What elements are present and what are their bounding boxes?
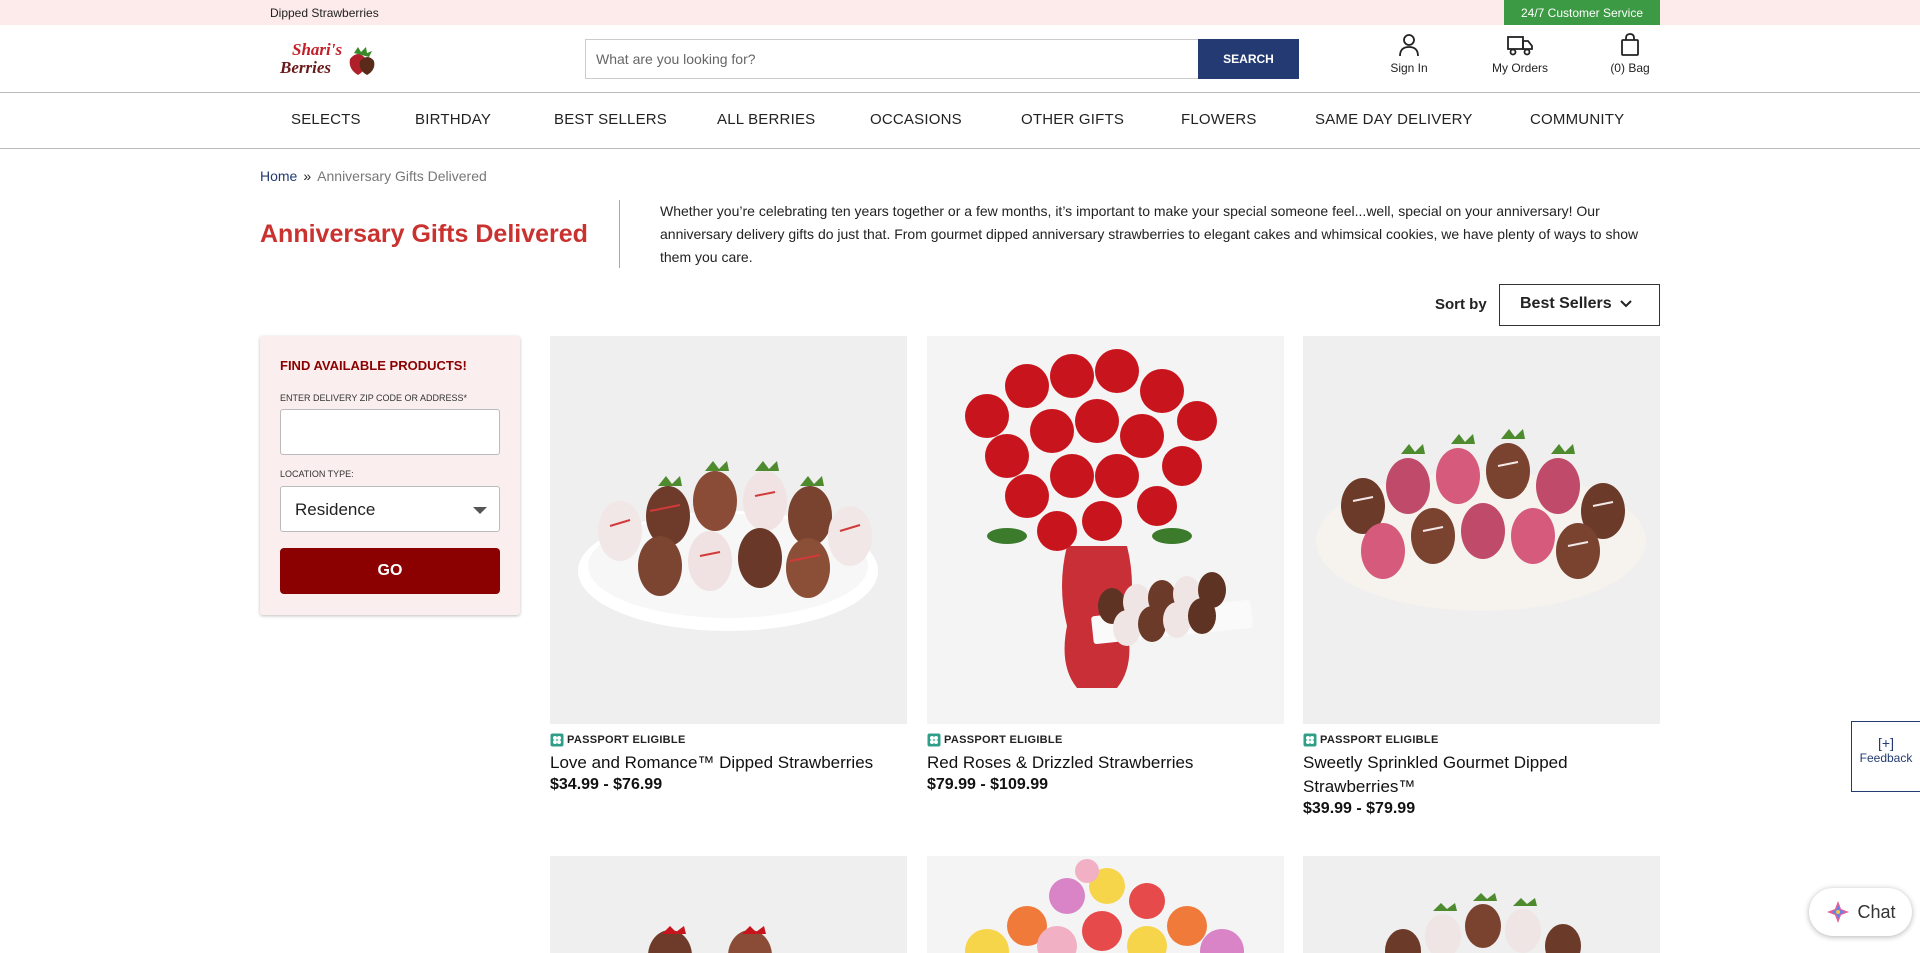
- my-orders-label: My Orders: [1491, 61, 1548, 75]
- product-image[interactable]: [550, 336, 907, 724]
- breadcrumb: Home » Anniversary Gifts Delivered: [260, 168, 487, 184]
- truck-icon: [1507, 36, 1533, 56]
- zip-label: ENTER DELIVERY ZIP CODE OR ADDRESS*: [280, 393, 468, 403]
- passport-badge: PASSPORT ELIGIBLE: [927, 733, 1063, 747]
- nav-item-birthday[interactable]: BIRTHDAY: [415, 111, 491, 128]
- my-orders-button[interactable]: My Orders: [1475, 33, 1565, 75]
- page-title: Anniversary Gifts Delivered: [260, 220, 588, 248]
- product-price: $79.99 - $109.99: [927, 776, 1048, 793]
- passport-badge: PASSPORT ELIGIBLE: [550, 733, 686, 747]
- search-bar: SEARCH: [585, 39, 1299, 79]
- top-promo-bar: Dipped Strawberries 24/7 Customer Servic…: [0, 0, 1920, 25]
- title-divider: [619, 200, 620, 268]
- customer-service-button[interactable]: 24/7 Customer Service: [1504, 0, 1660, 25]
- svg-text:Shari's: Shari's: [292, 40, 342, 59]
- product-name[interactable]: Love and Romance™ Dipped Strawberries: [550, 751, 907, 775]
- site-header: Shari's Berries SEARCH Sign In My Orders…: [0, 25, 1920, 93]
- nav-item-community[interactable]: COMMUNITY: [1530, 111, 1624, 128]
- product-image[interactable]: [927, 856, 1284, 953]
- chat-button[interactable]: Chat: [1809, 888, 1912, 936]
- product-image[interactable]: [550, 856, 907, 953]
- chat-sparkle-icon: [1827, 901, 1850, 923]
- nav-item-selects[interactable]: SELECTS: [291, 111, 361, 128]
- search-button[interactable]: SEARCH: [1198, 39, 1299, 79]
- passport-label: PASSPORT ELIGIBLE: [1320, 734, 1439, 746]
- nav-item-best-sellers[interactable]: BEST SELLERS: [554, 111, 667, 128]
- feedback-label: Feedback: [1859, 751, 1913, 765]
- user-icon: [1399, 34, 1419, 57]
- product-image[interactable]: [1303, 856, 1660, 953]
- passport-icon: [1303, 733, 1317, 747]
- search-input[interactable]: [585, 39, 1199, 79]
- sharis-berries-logo[interactable]: Shari's Berries: [278, 37, 382, 79]
- nav-item-flowers[interactable]: FLOWERS: [1181, 111, 1257, 128]
- passport-icon: [550, 733, 564, 747]
- passport-label: PASSPORT ELIGIBLE: [944, 734, 1063, 746]
- location-type-value: Residence: [295, 500, 376, 519]
- sort-dropdown[interactable]: Best Sellers: [1499, 284, 1660, 326]
- product-finder-panel: FIND AVAILABLE PRODUCTS! ENTER DELIVERY …: [260, 336, 520, 615]
- breadcrumb-current: Anniversary Gifts Delivered: [317, 168, 487, 184]
- main-nav: SELECTS BIRTHDAY BEST SELLERS ALL BERRIE…: [0, 93, 1920, 149]
- feedback-icon: [+]: [1878, 735, 1894, 751]
- product-image[interactable]: [1303, 336, 1660, 724]
- nav-item-occasions[interactable]: OCCASIONS: [870, 111, 962, 128]
- passport-badge: PASSPORT ELIGIBLE: [1303, 733, 1439, 747]
- nav-item-same-day-delivery[interactable]: SAME DAY DELIVERY: [1315, 111, 1473, 128]
- product-image[interactable]: [927, 336, 1284, 724]
- nav-item-all-berries[interactable]: ALL BERRIES: [717, 111, 815, 128]
- zip-input[interactable]: [280, 409, 500, 455]
- go-button[interactable]: GO: [280, 548, 500, 594]
- feedback-tab[interactable]: [+] Feedback: [1851, 721, 1920, 792]
- bag-label: (0) Bag: [1610, 61, 1650, 75]
- product-name[interactable]: Red Roses & Drizzled Strawberries: [927, 751, 1284, 775]
- sort-value: Best Sellers: [1520, 295, 1612, 312]
- product-price: $39.99 - $79.99: [1303, 800, 1416, 817]
- passport-label: PASSPORT ELIGIBLE: [567, 734, 686, 746]
- bag-button[interactable]: (0) Bag: [1585, 33, 1675, 75]
- promo-link[interactable]: Dipped Strawberries: [270, 6, 379, 20]
- dropdown-arrow-icon: [473, 507, 487, 514]
- breadcrumb-separator: »: [303, 168, 312, 184]
- location-type-label: LOCATION TYPE:: [280, 469, 354, 479]
- nav-item-other-gifts[interactable]: OTHER GIFTS: [1021, 111, 1124, 128]
- product-name[interactable]: Sweetly Sprinkled Gourmet Dipped Strawbe…: [1303, 751, 1660, 799]
- passport-icon: [927, 733, 941, 747]
- bag-icon: [1621, 33, 1639, 56]
- sign-in-button[interactable]: Sign In: [1364, 33, 1454, 75]
- sort-label: Sort by: [1435, 296, 1487, 313]
- location-type-select[interactable]: Residence: [280, 486, 500, 532]
- page-description: Whether you’re celebrating ten years tog…: [660, 203, 1639, 265]
- product-price: $34.99 - $76.99: [550, 776, 663, 793]
- sign-in-label: Sign In: [1390, 61, 1428, 75]
- breadcrumb-home[interactable]: Home: [260, 168, 297, 184]
- finder-title: FIND AVAILABLE PRODUCTS!: [280, 358, 467, 373]
- chevron-down-icon: [1620, 300, 1632, 308]
- chat-label: Chat: [1857, 901, 1896, 922]
- svg-text:Berries: Berries: [279, 58, 331, 77]
